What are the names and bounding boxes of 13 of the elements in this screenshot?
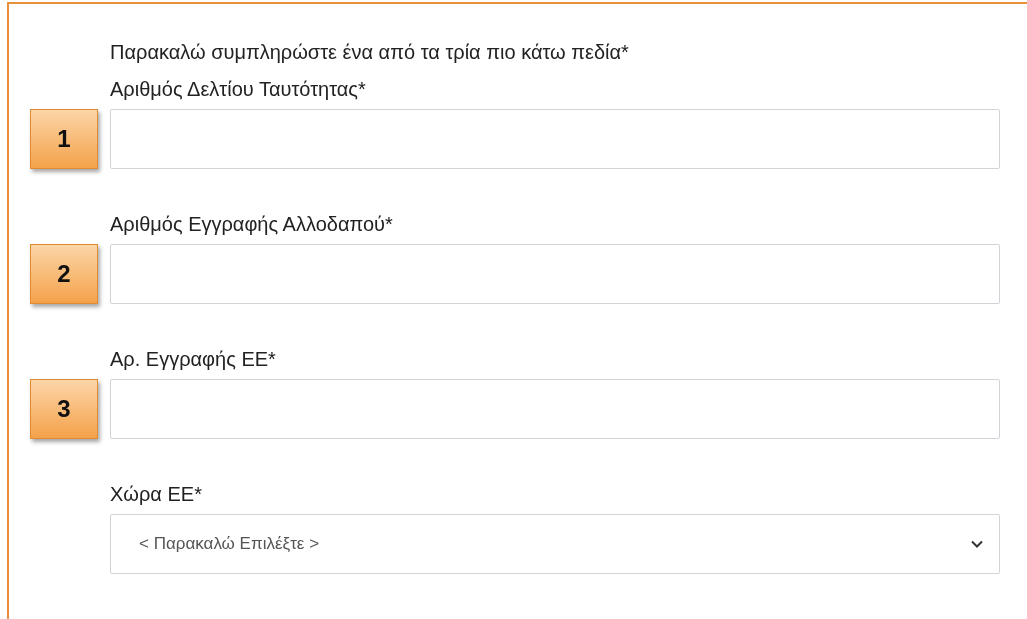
- field-label: Χώρα ΕΕ*: [110, 483, 203, 506]
- field-label: Αριθμός Δελτίου Ταυτότητας*: [110, 78, 367, 101]
- text-field[interactable]: [110, 109, 1000, 169]
- chevron-down-icon: [971, 540, 983, 548]
- number-marker: 3: [30, 379, 98, 439]
- number-marker: 1: [30, 109, 98, 169]
- dropdown[interactable]: < Παρακαλώ Επιλέξτε >: [110, 514, 1000, 574]
- number-marker: 2: [30, 244, 98, 304]
- field-label: Αριθμός Εγγραφής Αλλοδαπού*: [110, 213, 394, 236]
- text-field[interactable]: [110, 244, 1000, 304]
- text-field[interactable]: [110, 379, 1000, 439]
- field-label: Αρ. Εγγραφής ΕΕ*: [110, 348, 277, 371]
- instruction-text: Παρακαλώ συμπληρώστε ένα από τα τρία πιο κάτω πεδία*: [110, 41, 630, 64]
